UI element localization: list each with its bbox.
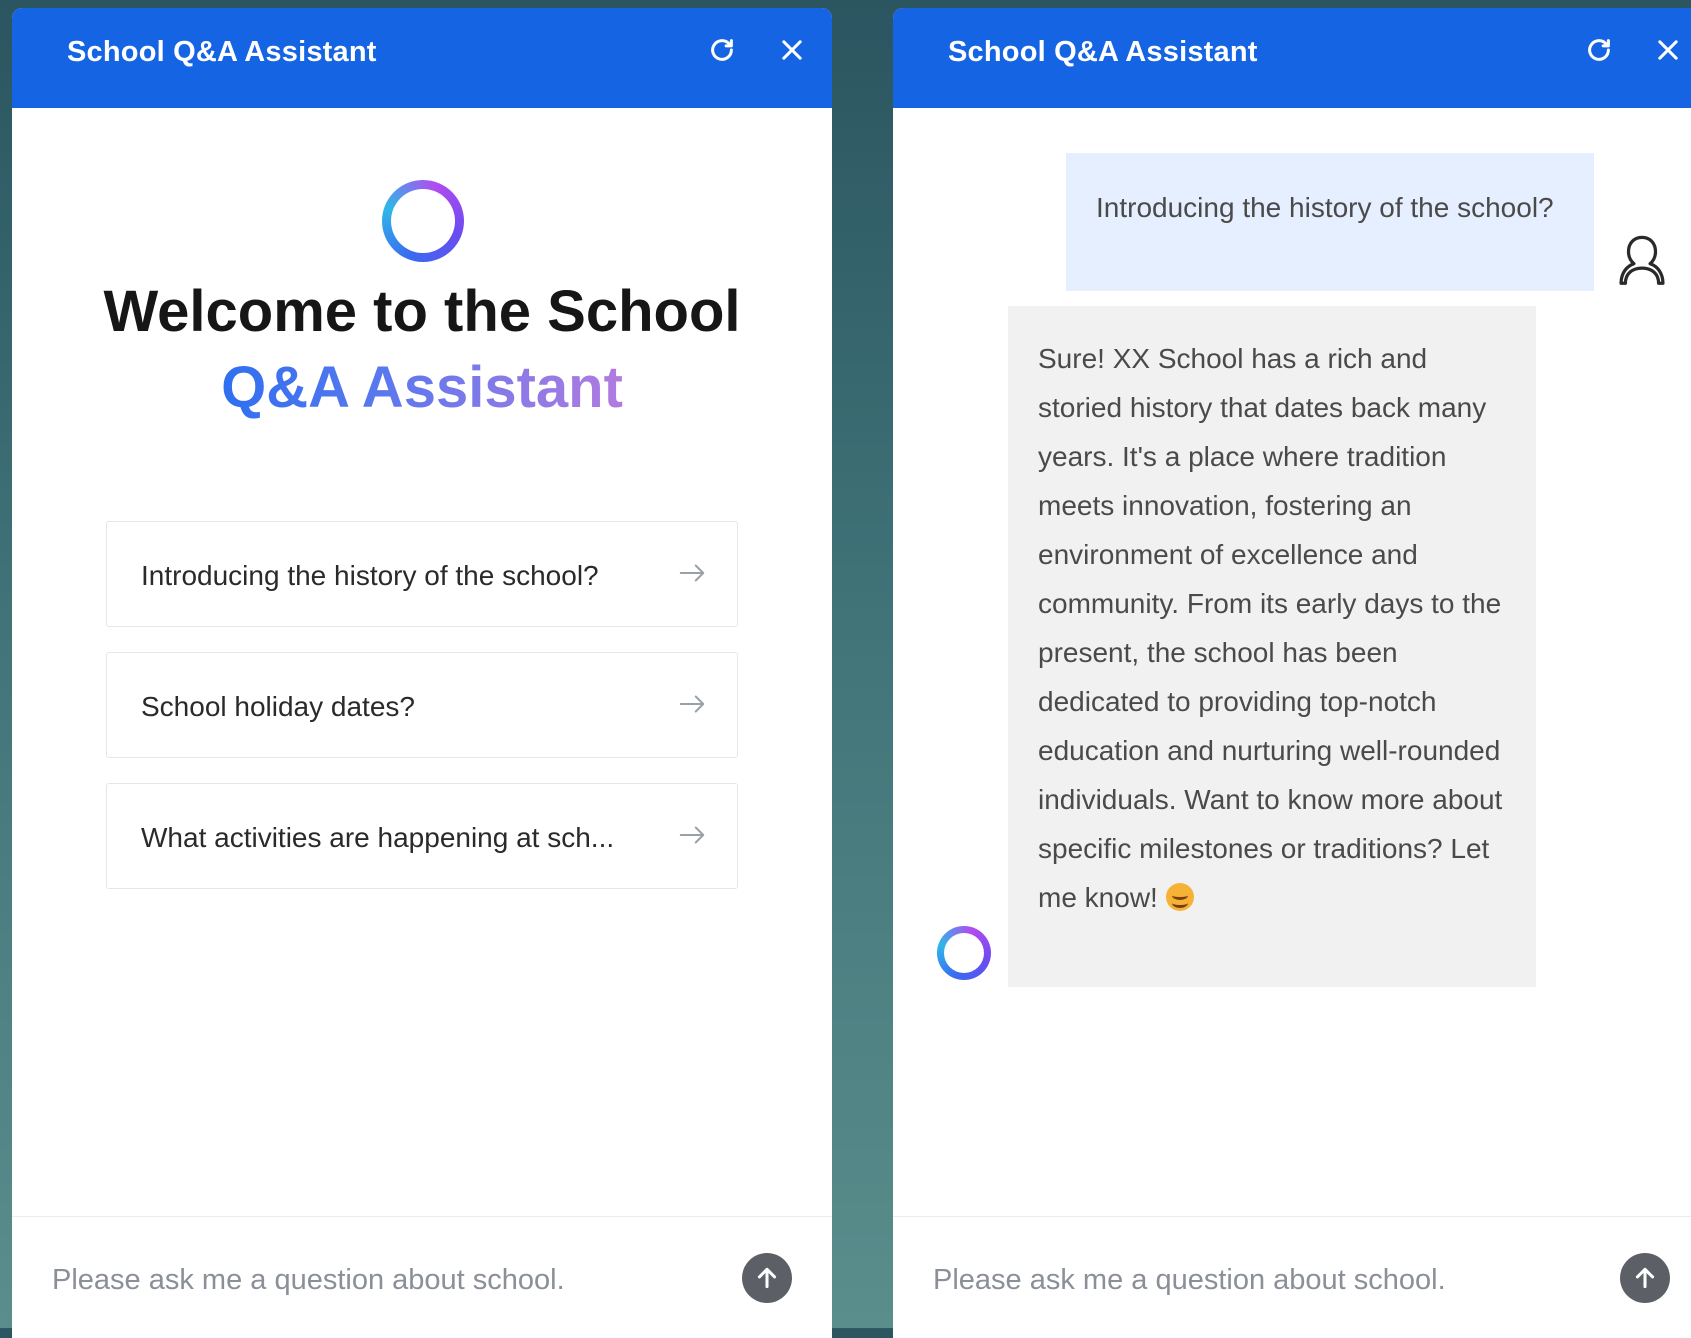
- refresh-icon[interactable]: [1582, 33, 1616, 67]
- question-input[interactable]: [933, 1258, 1553, 1302]
- panel-header: School Q&A Assistant: [893, 8, 1691, 108]
- assistant-avatar-icon: [937, 926, 991, 980]
- arrow-up-icon: [1635, 1267, 1655, 1289]
- welcome-title: Welcome to the School: [103, 279, 741, 344]
- send-button[interactable]: [742, 1253, 792, 1303]
- assistant-message-bubble: Sure! XX School has a rich and storied h…: [1008, 306, 1536, 987]
- suggestion-label: School holiday dates?: [141, 691, 415, 722]
- user-avatar-icon: [1619, 235, 1665, 285]
- header-title: School Q&A Assistant: [67, 36, 377, 68]
- close-icon[interactable]: [775, 33, 809, 67]
- chat-panel-welcome: School Q&A Assistant Welcome to the Scho…: [12, 8, 832, 1338]
- smiling-face-emoji-icon: [1165, 883, 1194, 911]
- arrow-right-icon: [679, 695, 705, 713]
- suggestion-label: What activities are happening at sch...: [141, 822, 615, 853]
- suggestion-history[interactable]: Introducing the history of the school?: [106, 521, 738, 627]
- input-divider: [893, 1216, 1691, 1217]
- chat-panel-conversation: School Q&A Assistant Introducing the his…: [893, 8, 1691, 1338]
- suggestion-label: Introducing the history of the school?: [141, 560, 599, 591]
- user-message-bubble: Introducing the history of the school?: [1066, 153, 1594, 291]
- arrow-up-icon: [757, 1267, 777, 1289]
- refresh-icon[interactable]: [705, 33, 739, 67]
- suggestion-holidays[interactable]: School holiday dates?: [106, 652, 738, 758]
- assistant-logo-icon: [382, 180, 464, 262]
- input-divider: [12, 1216, 832, 1217]
- send-button[interactable]: [1620, 1253, 1670, 1303]
- question-input[interactable]: [52, 1258, 672, 1302]
- user-message-text: Introducing the history of the school?: [1096, 192, 1554, 223]
- suggestion-activities[interactable]: What activities are happening at sch...: [106, 783, 738, 889]
- arrow-right-icon: [679, 564, 705, 582]
- close-icon[interactable]: [1651, 33, 1685, 67]
- header-title: School Q&A Assistant: [948, 36, 1258, 68]
- welcome-subtitle: Q&A Assistant: [221, 355, 623, 420]
- panel-header: School Q&A Assistant: [12, 8, 832, 108]
- assistant-message-text: Sure! XX School has a rich and storied h…: [1038, 343, 1503, 913]
- arrow-right-icon: [679, 826, 705, 844]
